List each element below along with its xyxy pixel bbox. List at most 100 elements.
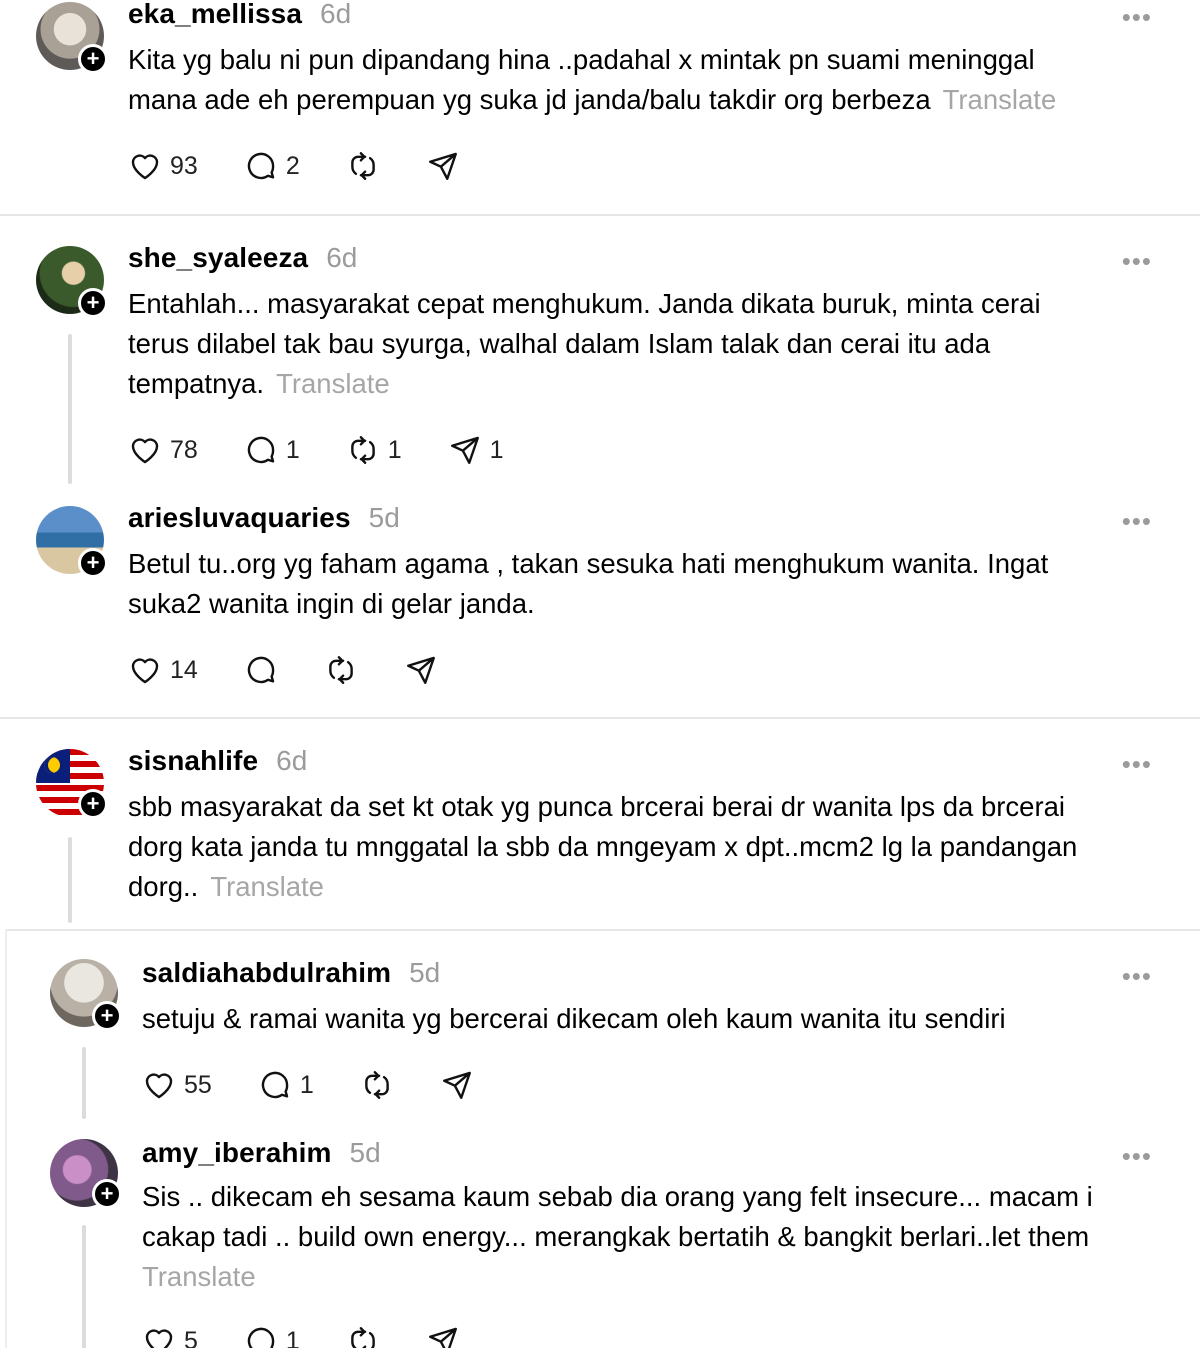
- reply-icon: [244, 433, 278, 467]
- like-count: 55: [184, 1070, 212, 1099]
- reply-count: 1: [299, 1070, 314, 1099]
- like-button[interactable]: 5: [142, 1324, 198, 1348]
- action-bar: 14: [128, 650, 484, 690]
- reply-icon: [244, 149, 278, 183]
- post-text: Betul tu..org yg faham agama , takan ses…: [128, 548, 1049, 619]
- timestamp: 6d: [320, 0, 352, 29]
- repost-button[interactable]: [324, 653, 358, 687]
- reply-button[interactable]: 1: [244, 1324, 300, 1348]
- like-count: 93: [170, 151, 198, 180]
- timestamp: 5d: [409, 957, 441, 988]
- heart-icon: [128, 653, 162, 687]
- translate-link[interactable]: Translate: [210, 871, 324, 902]
- username[interactable]: amy_iberahim: [142, 1137, 332, 1169]
- reply-icon: [244, 1324, 278, 1348]
- reply-button[interactable]: [244, 653, 278, 687]
- heart-icon: [128, 149, 162, 183]
- like-count: 78: [170, 435, 198, 464]
- share-button[interactable]: 1: [448, 433, 504, 467]
- thread-line: [82, 1225, 86, 1348]
- post-amy-iberahim: + amy_iberahim 5d ••• Sis .. dikecam eh …: [0, 1121, 1200, 1348]
- more-options-icon[interactable]: •••: [1122, 961, 1152, 992]
- thread-line: [68, 334, 72, 484]
- follow-plus-icon[interactable]: +: [78, 789, 108, 819]
- like-button[interactable]: 14: [128, 653, 198, 687]
- more-options-icon[interactable]: •••: [1122, 506, 1152, 537]
- post-text: setuju & ramai wanita yg bercerai dikeca…: [142, 1003, 1006, 1034]
- repost-button[interactable]: [346, 1324, 380, 1348]
- username[interactable]: ariesluvaquaries: [128, 502, 351, 534]
- heart-icon: [142, 1068, 176, 1102]
- repost-count: 1: [387, 435, 402, 464]
- thread-line: [68, 837, 72, 923]
- reply-icon: [258, 1068, 292, 1102]
- repost-button[interactable]: [346, 149, 380, 183]
- share-icon: [440, 1068, 474, 1102]
- action-bar: 78 1 1 1: [128, 430, 550, 470]
- username[interactable]: she_syaleeza: [128, 242, 308, 274]
- share-button[interactable]: [426, 1324, 460, 1348]
- like-button[interactable]: 93: [128, 149, 198, 183]
- follow-plus-icon[interactable]: +: [92, 1179, 122, 1209]
- thread-line: [82, 1047, 86, 1119]
- follow-plus-icon[interactable]: +: [78, 548, 108, 578]
- more-options-icon[interactable]: •••: [1122, 246, 1152, 277]
- more-options-icon[interactable]: •••: [1122, 749, 1152, 780]
- share-icon: [426, 149, 460, 183]
- reply-count: 1: [285, 1326, 300, 1348]
- more-options-icon[interactable]: •••: [1122, 2, 1152, 33]
- flag-crescent: [44, 757, 60, 773]
- heart-icon: [128, 433, 162, 467]
- timestamp: 5d: [349, 1137, 381, 1168]
- like-count: 5: [184, 1326, 198, 1348]
- more-options-icon[interactable]: •••: [1122, 1141, 1152, 1172]
- post-ariesluvaquaries: + ariesluvaquaries 5d ••• Betul tu..org …: [0, 496, 1200, 716]
- reply-count: 1: [285, 435, 300, 464]
- reply-button[interactable]: 1: [258, 1068, 314, 1102]
- action-bar: 5 1: [142, 1321, 506, 1348]
- post-text: Sis .. dikecam eh sesama kaum sebab dia …: [142, 1181, 1093, 1292]
- translate-link[interactable]: Translate: [943, 84, 1057, 115]
- translate-link[interactable]: Translate: [276, 368, 390, 399]
- repost-icon: [324, 653, 358, 687]
- reply-icon: [244, 653, 278, 687]
- username[interactable]: saldiahabdulrahim: [142, 957, 391, 989]
- share-button[interactable]: [404, 653, 438, 687]
- heart-icon: [142, 1324, 176, 1348]
- repost-button[interactable]: [360, 1068, 394, 1102]
- timestamp: 5d: [368, 502, 400, 533]
- repost-button[interactable]: 1: [346, 433, 402, 467]
- share-button[interactable]: [440, 1068, 474, 1102]
- post-sisnahlife: + sisnahlife 6d ••• sbb masyarakat da se…: [0, 719, 1200, 929]
- post-text: Kita yg balu ni pun dipandang hina ..pad…: [128, 44, 1057, 115]
- post-eka-mellissa: + eka_mellissa 6d ••• Kita yg balu ni pu…: [0, 0, 1200, 214]
- repost-icon: [346, 433, 380, 467]
- follow-plus-icon[interactable]: +: [78, 44, 108, 74]
- share-icon: [448, 433, 482, 467]
- share-icon: [426, 1324, 460, 1348]
- translate-link[interactable]: Translate: [142, 1261, 256, 1292]
- reply-count: 2: [285, 151, 300, 180]
- share-button[interactable]: [426, 149, 460, 183]
- post-saldiahabdulrahim: + saldiahabdulrahim 5d ••• setuju & rama…: [0, 931, 1200, 1121]
- reply-button[interactable]: 2: [244, 149, 300, 183]
- repost-icon: [346, 149, 380, 183]
- reply-button[interactable]: 1: [244, 433, 300, 467]
- like-button[interactable]: 55: [142, 1068, 212, 1102]
- action-bar: 55 1: [142, 1065, 520, 1105]
- like-count: 14: [170, 655, 198, 684]
- like-button[interactable]: 78: [128, 433, 198, 467]
- username[interactable]: eka_mellissa: [128, 0, 302, 30]
- timestamp: 6d: [326, 242, 358, 273]
- post-she-syaleeza: + she_syaleeza 6d ••• Entahlah... masyar…: [0, 216, 1200, 496]
- timestamp: 6d: [276, 745, 308, 776]
- action-bar: 93 2: [128, 146, 506, 186]
- repost-icon: [346, 1324, 380, 1348]
- follow-plus-icon[interactable]: +: [92, 1001, 122, 1031]
- share-icon: [404, 653, 438, 687]
- username[interactable]: sisnahlife: [128, 745, 258, 777]
- post-text: Entahlah... masyarakat cepat menghukum. …: [128, 288, 1041, 399]
- post-text: sbb masyarakat da set kt otak yg punca b…: [128, 791, 1078, 902]
- follow-plus-icon[interactable]: +: [78, 288, 108, 318]
- repost-icon: [360, 1068, 394, 1102]
